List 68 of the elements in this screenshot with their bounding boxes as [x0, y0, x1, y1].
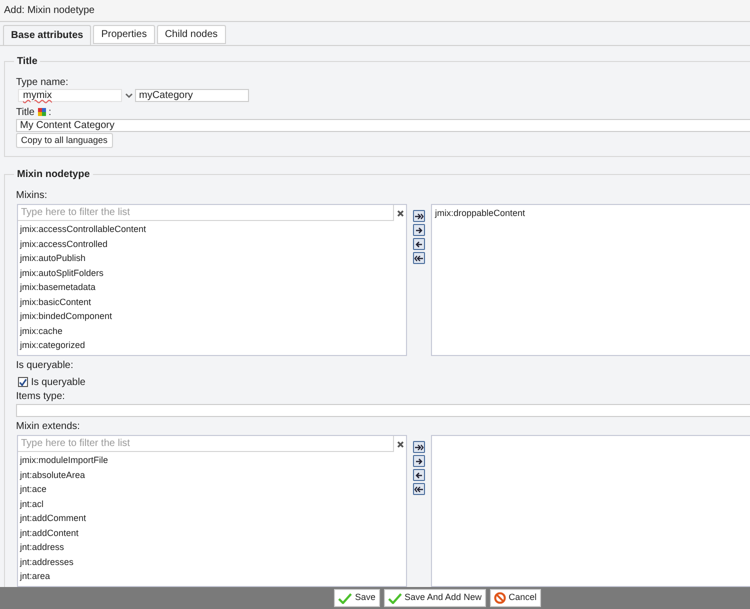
close-icon — [396, 440, 404, 448]
move-all-right-icon — [414, 442, 424, 452]
list-item[interactable]: jnt:addContent — [20, 526, 79, 540]
section-legend: Title — [14, 54, 40, 69]
close-icon — [396, 210, 404, 216]
list-item[interactable]: jnt:address — [20, 540, 64, 554]
list-item[interactable]: jmix:basicContent — [20, 294, 92, 309]
title-field[interactable]: My Content Category — [16, 119, 750, 132]
checkmark-icon — [338, 592, 352, 604]
move-all-right-icon — [414, 212, 424, 220]
arrow-right-icon — [414, 456, 424, 466]
tab[interactable]: Child nodes — [156, 25, 226, 44]
field-colon: : — [48, 106, 52, 120]
tab[interactable]: Properties — [93, 25, 155, 44]
save-button[interactable]: Save And Add New — [384, 589, 486, 607]
field-label: Is queryable: — [16, 360, 74, 372]
arrow-right-icon — [414, 226, 424, 234]
save-button[interactable]: Save — [334, 589, 380, 607]
items-type-field[interactable] — [16, 404, 750, 417]
list-item[interactable]: jmix:autoPublish — [20, 251, 86, 266]
chevron-down-icon — [124, 92, 132, 98]
field-label: Mixins: — [16, 190, 48, 202]
section-legend: Mixin nodetype — [14, 167, 93, 182]
move-all-left-icon — [414, 484, 424, 494]
checkbox[interactable] — [18, 377, 28, 387]
move-all-left-button[interactable] — [413, 252, 425, 264]
checkmark-icon — [388, 592, 402, 604]
list-item[interactable]: jmix:cache — [20, 324, 63, 338]
list-item[interactable]: jmix:basemetadata — [20, 280, 96, 294]
filter-field[interactable]: Type here to filter the list — [18, 436, 394, 452]
list-item[interactable]: jnt:area — [20, 569, 50, 584]
move-all-left-icon — [414, 254, 424, 262]
no-entry-icon — [494, 592, 506, 604]
list-item[interactable]: jmix:accessControllableContent — [20, 222, 146, 236]
list-item[interactable]: jmix:categorized — [20, 338, 86, 352]
move-right-button[interactable] — [413, 455, 425, 467]
list-item[interactable]: jnt:absoluteArea — [20, 468, 86, 482]
move-left-button[interactable] — [413, 469, 425, 481]
field-label: Title — [16, 106, 35, 120]
move-left-button[interactable] — [413, 238, 425, 250]
field-label: Mixin extends: — [16, 421, 81, 433]
type-prefix-field[interactable]: mymix — [18, 89, 122, 102]
list-item[interactable]: jnt:ace — [20, 482, 47, 496]
filter-field[interactable]: Type here to filter the list — [18, 205, 394, 221]
list-item[interactable]: jmix:accessControlled — [20, 236, 108, 251]
field-label: Items type: — [16, 391, 66, 403]
move-all-left-button[interactable] — [413, 483, 425, 495]
list-item[interactable]: jmix:autoSplitFolders — [20, 266, 104, 280]
move-all-right-button[interactable] — [413, 441, 425, 453]
copy-button[interactable]: Copy to all languages — [16, 133, 113, 148]
field-label: Type name: — [16, 77, 70, 89]
list-item[interactable]: jnt:addresses — [20, 554, 74, 569]
list-item[interactable]: jnt:acl — [20, 496, 44, 511]
list-item[interactable]: jmix:moduleImportFile — [20, 453, 108, 468]
list-item[interactable]: jmix:droppableContent — [435, 208, 526, 222]
window-title: Add: Mixin nodetype — [4, 4, 95, 18]
checkbox-label: Is queryable — [31, 376, 86, 390]
type-name-field[interactable]: myCategory — [135, 89, 249, 102]
tab[interactable]: Base attributes — [3, 25, 92, 45]
flag-icon — [38, 108, 46, 116]
move-right-button[interactable] — [413, 224, 425, 236]
list-item[interactable]: jnt:addComment — [20, 511, 86, 526]
arrow-left-icon — [414, 240, 424, 248]
arrow-left-icon — [414, 470, 424, 480]
cancel-button[interactable]: Cancel — [490, 589, 541, 607]
list-item[interactable]: jmix:bindedComponent — [20, 309, 112, 324]
checkmark-icon — [19, 378, 27, 386]
move-all-right-button[interactable] — [413, 210, 425, 222]
